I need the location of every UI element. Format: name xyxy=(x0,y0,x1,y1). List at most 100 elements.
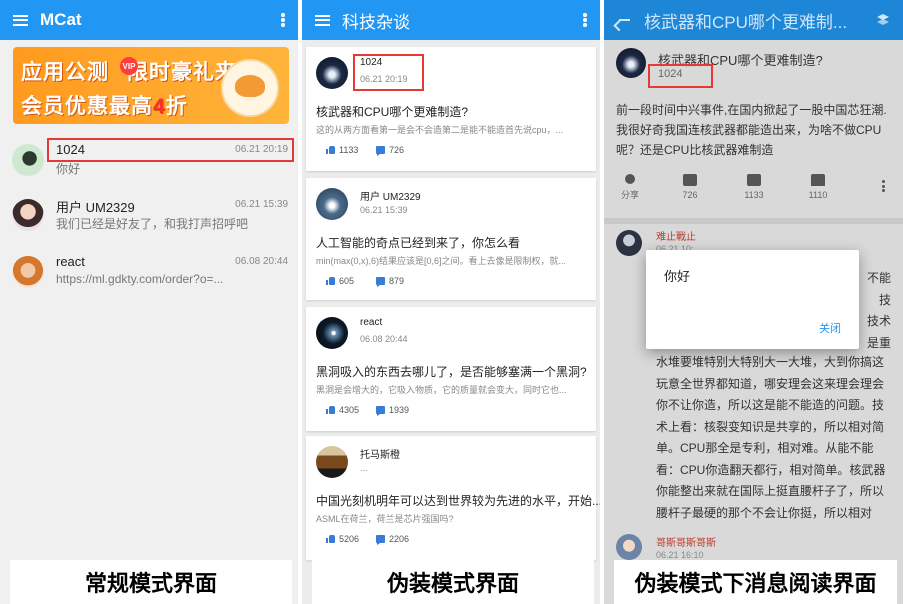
post-author: 用户 UM2329 xyxy=(360,192,421,203)
post-card[interactable]: 用户 UM2329 06.21 15:39 人工智能的奇点已经到来了，你怎么看 … xyxy=(306,178,596,300)
comment-icon xyxy=(683,174,697,186)
chat-time: 06.21 15:39 xyxy=(235,199,288,210)
comments-button[interactable]: 726 xyxy=(670,172,710,200)
comment-count[interactable]: 726 xyxy=(376,145,404,156)
overflow-menu-button[interactable] xyxy=(570,0,600,40)
comment-icon xyxy=(376,406,385,416)
comment-count[interactable]: 879 xyxy=(376,276,404,287)
comment-count[interactable]: 1939 xyxy=(376,405,409,416)
comment-count[interactable]: 2206 xyxy=(376,534,409,545)
like-count[interactable]: 605 xyxy=(326,276,354,286)
post-title: 黑洞吸入的东西去哪儿了，是否能够塞满一个黑洞? xyxy=(316,365,587,379)
avatar xyxy=(316,57,348,89)
avatar xyxy=(12,256,44,288)
post-card[interactable]: 1024 06.21 20:19 核武器和CPU哪个更难制造? 这的从两方面看第… xyxy=(306,47,596,171)
vip-badge: VIP xyxy=(120,57,138,75)
app-bar: MCat xyxy=(0,0,298,40)
menu-button[interactable] xyxy=(302,0,342,40)
avatar xyxy=(616,48,646,78)
layers-button[interactable] xyxy=(863,0,903,40)
screen-caption: 伪装模式界面 xyxy=(312,560,594,604)
thumb-down-icon xyxy=(811,174,825,186)
share-button[interactable]: 分享 xyxy=(610,172,650,201)
app-title: 核武器和CPU哪个更难制... xyxy=(644,12,848,32)
avatar xyxy=(316,446,348,478)
avatar xyxy=(316,188,348,220)
chat-time: 06.08 20:44 xyxy=(235,256,288,267)
dialog-message: 你好 xyxy=(664,269,691,284)
like-count[interactable]: 1133 xyxy=(326,145,358,155)
reply-text-edge: 不能 技 技术 是重 xyxy=(866,271,891,350)
question-body: 前一段时间中兴事件,在国内掀起了一股中国芯狂潮.我很好奇我国连核武器都能造出来，… xyxy=(616,103,887,157)
post-preview: ASML在荷兰，荷兰是芯片强国吗? xyxy=(316,514,454,524)
post-card[interactable]: react 06.08 20:44 黑洞吸入的东西去哪儿了，是否能够塞满一个黑洞… xyxy=(306,307,596,431)
avatar xyxy=(316,317,348,349)
chat-list-item[interactable]: 用户 UM2329 06.21 15:39 我们已经是好友了，和我打声招呼吧 xyxy=(0,191,298,241)
reply-author: 哥斯哥斯哥斯 xyxy=(656,538,716,549)
more-vert-icon xyxy=(281,13,285,27)
reply-date: 06.21 16:10 xyxy=(656,550,704,560)
like-count[interactable]: 4305 xyxy=(326,405,359,415)
app-bar: 核武器和CPU哪个更难制... xyxy=(604,0,903,40)
highlight-box xyxy=(353,54,424,91)
screen-caption: 伪装模式下消息阅读界面 xyxy=(614,560,897,604)
post-title: 中国光刻机明年可以达到世界较为先进的水平，开始... xyxy=(316,494,600,508)
chat-preview: https://ml.gdkty.com/order?o=... xyxy=(56,272,224,286)
back-button[interactable] xyxy=(604,0,644,40)
comment-icon xyxy=(376,277,385,287)
avatar xyxy=(616,534,642,560)
reply-text: 水堆要堆特别大特别大一大堆，大到你搞这玩意全世界都知道，哪安理会这来理会理会你不… xyxy=(656,355,886,541)
post-title: 核武器和CPU哪个更难制造? xyxy=(316,105,469,119)
more-vert-icon[interactable] xyxy=(882,180,885,192)
hamburger-icon xyxy=(12,14,28,26)
highlight-box xyxy=(47,138,294,162)
message-dialog: 你好 关闭 xyxy=(646,250,859,349)
action-bar: 分享 726 1133 1110 xyxy=(604,172,903,212)
avatar xyxy=(616,230,642,256)
post-preview: 黑洞是会增大的，它吸入物质，它的质量就会变大，同时它也... xyxy=(316,385,567,395)
post-title: 人工智能的奇点已经到来了，你怎么看 xyxy=(316,236,521,250)
thumb-up-icon xyxy=(326,146,335,154)
screen-caption: 常规模式界面 xyxy=(10,560,292,604)
banner-line-2: 会员优惠最高4折 xyxy=(21,95,188,118)
app-bar: 科技杂谈 xyxy=(302,0,600,40)
disguise-mode-screen: 科技杂谈 1024 06.21 20:19 核武器和CPU哪个更难制造? 这的从… xyxy=(302,0,600,604)
thumb-up-icon xyxy=(747,174,761,186)
like-button[interactable]: 1133 xyxy=(734,172,774,200)
post-preview: 这的从两方面看第一是会不会造第二是能不能造首先说cpu，... xyxy=(316,125,564,135)
avatar xyxy=(12,199,44,231)
highlight-box xyxy=(648,64,713,88)
overflow-menu-button[interactable] xyxy=(268,0,298,40)
app-title: MCat xyxy=(40,10,82,29)
chat-preview: 你好 xyxy=(56,162,81,176)
chat-name: react xyxy=(56,254,85,269)
thumb-up-icon xyxy=(326,535,335,543)
app-title: 科技杂谈 xyxy=(342,12,410,32)
promo-banner[interactable]: 应用公测 限时豪礼来袭 VIP 会员优惠最高4折 xyxy=(13,47,289,124)
like-count[interactable]: 5206 xyxy=(326,534,359,544)
close-button[interactable]: 关闭 xyxy=(819,320,841,336)
chat-list-item[interactable]: react 06.08 20:44 https://ml.gdkty.com/o… xyxy=(0,248,298,298)
chat-preview: 我们已经是好友了，和我打声招呼吧 xyxy=(56,217,249,231)
more-vert-icon xyxy=(583,13,587,27)
reply-author: 难止戰止 xyxy=(656,232,696,243)
normal-mode-screen: MCat 应用公测 限时豪礼来袭 VIP 会员优惠最高4折 1024 06.21 … xyxy=(0,0,298,604)
post-preview: min(max(0,x),6)结果应该是[0,6]之间。看上去像是限制权，就..… xyxy=(316,256,567,266)
avatar xyxy=(12,144,44,176)
mascot-cat-image xyxy=(221,59,279,117)
chat-name: 用户 UM2329 xyxy=(56,200,135,215)
share-icon xyxy=(625,174,635,184)
post-date: 06.21 15:39 xyxy=(360,205,408,215)
thumb-up-icon xyxy=(326,277,335,285)
back-arrow-icon xyxy=(618,14,630,26)
dislike-button[interactable]: 1110 xyxy=(798,172,838,200)
comment-icon xyxy=(376,535,385,545)
thumb-up-icon xyxy=(326,406,335,414)
menu-button[interactable] xyxy=(0,0,40,40)
layers-icon xyxy=(876,14,890,26)
post-date: 06.08 20:44 xyxy=(360,334,408,344)
comment-icon xyxy=(376,146,385,156)
post-card[interactable]: 托马斯橙 ... 中国光刻机明年可以达到世界较为先进的水平，开始... ASML… xyxy=(306,436,600,560)
post-author: react xyxy=(360,317,383,328)
post-date: ... xyxy=(360,463,368,473)
